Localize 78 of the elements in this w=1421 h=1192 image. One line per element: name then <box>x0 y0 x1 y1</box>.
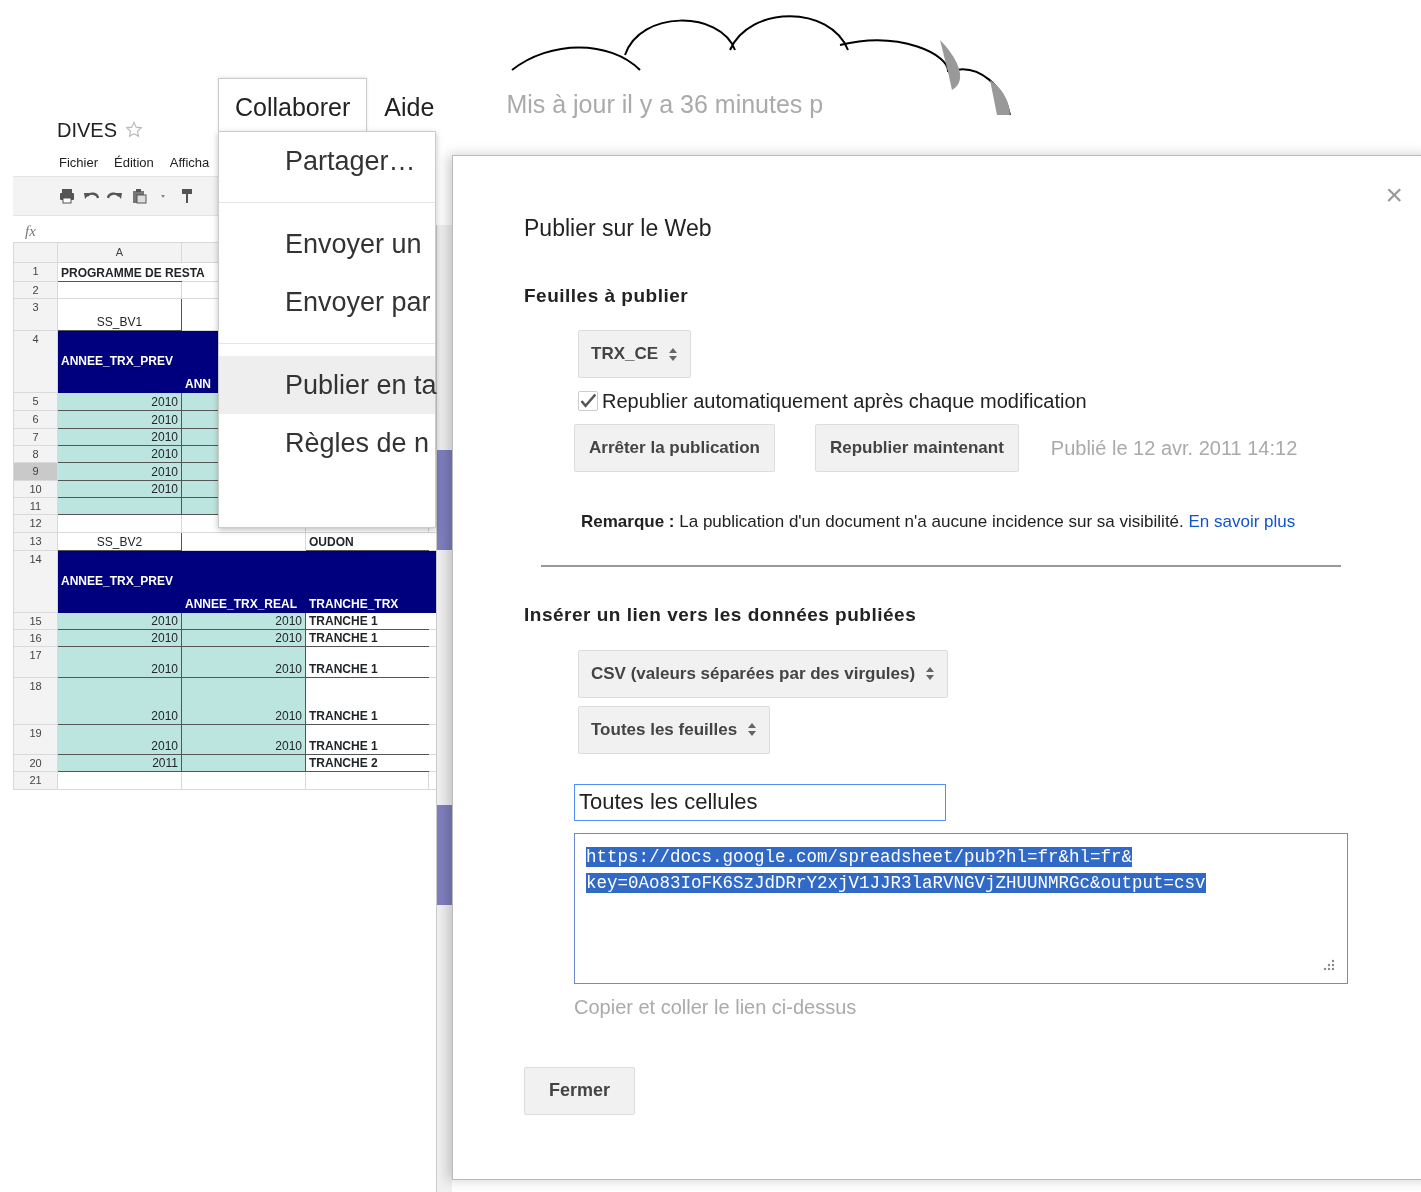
table-cell: 2010 <box>275 662 302 676</box>
note-text: Remarque : La publication d'un document n'a aucune incidence sur sa visibilité. <box>581 512 1185 531</box>
star-icon[interactable] <box>125 121 144 139</box>
row-number[interactable]: 19 <box>13 724 58 755</box>
sort-arrows-icon <box>925 666 936 681</box>
table-cell: 2010 <box>275 709 302 723</box>
url-text: https://docs.google.com/spreadsheet/pub?hl=fr&hl=fr& <box>586 846 1133 867</box>
menu-item[interactable]: Envoyer par <box>219 273 435 331</box>
table-cell: 2010 <box>151 430 178 444</box>
table-cell: SS_BV1 <box>96 315 143 329</box>
table-cell: 2010 <box>151 709 178 723</box>
hint-text: Copier et coller le lien ci-dessus <box>574 994 858 1020</box>
row-number[interactable]: 18 <box>13 677 58 725</box>
table-cell: TRANCHE 1 <box>309 614 378 628</box>
resize-grip-icon <box>1323 958 1335 971</box>
table-cell: TRANCHE_TRX <box>309 597 399 611</box>
formula-label: fx <box>25 221 36 241</box>
dialog-title: Publier sur le Web <box>524 214 713 243</box>
menu-tab[interactable]: Aide <box>367 78 452 132</box>
format-select[interactable]: CSV (valeurs séparées par des virgules) <box>578 649 949 698</box>
sheet-select[interactable]: TRX_CE <box>578 330 692 378</box>
table-cell: ANNEE_TRX_PREV <box>61 573 174 588</box>
menu-item[interactable]: Envoyer un <box>219 215 435 273</box>
table-cell: ANN <box>185 377 211 391</box>
table-cell: 2010 <box>151 465 178 479</box>
menu-item[interactable]: Édition <box>114 153 154 173</box>
table-cell: 2010 <box>151 631 178 645</box>
sort-arrows-icon <box>747 722 758 737</box>
checkbox[interactable] <box>578 391 598 411</box>
row-number[interactable]: 14 <box>13 550 58 613</box>
table-cell: TRANCHE 1 <box>309 662 378 676</box>
sort-arrows-icon <box>668 346 679 362</box>
table-cell: TRANCHE 1 <box>309 709 378 723</box>
document-title: DIVES <box>57 118 118 143</box>
table-cell: 2010 <box>151 739 178 753</box>
publish-status: Publié le 12 avr. 2011 14:12 <box>1050 436 1298 461</box>
table-cell: 2010 <box>151 482 178 496</box>
menu-item[interactable]: Afficha <box>169 153 210 173</box>
column-header: A <box>57 242 182 263</box>
menu-item[interactable]: Fichier <box>59 153 98 173</box>
table-cell: 2011 <box>152 756 178 770</box>
checkbox-label: Republier automatiquement après chaque modification <box>602 389 1087 414</box>
table-cell: 2010 <box>151 662 178 676</box>
table-cell: 2010 <box>151 614 178 628</box>
url-text: key=0Ao83IoFK6SzJdDRrY2xjV1JJR3laRVNGVjZHUUNMRGc&output=csv <box>586 872 1206 893</box>
section-heading: Insérer un lien vers les données publiées <box>524 603 918 627</box>
table-cell: PROGRAMME DE RESTA <box>61 266 205 280</box>
action-button[interactable]: Republier maintenant <box>815 424 1019 472</box>
table-cell: OUDON <box>309 535 354 549</box>
close-dialog-button[interactable]: Fermer <box>524 1066 636 1115</box>
paint-roller-icon[interactable] <box>179 188 195 204</box>
table-cell: 2010 <box>151 395 178 409</box>
table-cell: 2010 <box>275 614 302 628</box>
table-cell: ANNEE_TRX_PREV <box>61 353 174 368</box>
learn-more-link[interactable]: En savoir plus <box>1188 512 1296 531</box>
table-cell: 2010 <box>151 413 178 427</box>
table-cell: SS_BV2 <box>96 535 143 549</box>
table-cell: TRANCHE 1 <box>309 631 378 645</box>
table-cell: ANNEE_TRX_REAL <box>185 597 298 611</box>
table-cell: TRANCHE 2 <box>309 756 378 770</box>
update-status: Mis à jour il y a 36 minutes p <box>506 89 824 121</box>
table-cell: 2010 <box>151 447 178 461</box>
range-field[interactable]: Toutes les cellules <box>574 783 946 821</box>
scope-select[interactable]: Toutes les feuilles <box>578 705 771 754</box>
table-cell: 2010 <box>275 631 302 645</box>
scrollbar-thumb[interactable] <box>437 450 452 550</box>
printer-icon[interactable] <box>59 188 75 204</box>
row-number[interactable]: 4 <box>13 330 58 393</box>
action-button[interactable]: Arrêter la publication <box>574 424 775 472</box>
table-cell: TRANCHE 1 <box>309 739 378 753</box>
table-cell: 2010 <box>275 739 302 753</box>
row-number[interactable]: 17 <box>13 646 58 678</box>
scrollbar-thumb[interactable] <box>437 805 452 905</box>
section-heading: Feuilles à publier <box>524 283 690 308</box>
row-number[interactable]: 3 <box>13 298 58 331</box>
clipboard-icon[interactable] <box>131 188 147 204</box>
url-text-area[interactable]: https://docs.google.com/spreadsheet/pub?hl=fr&hl=fr& key=0Ao83IoFK6SzJdDRrY2xjV1JJR3laRVNGVjZHUUNMRGc&output=csv <box>574 832 1348 984</box>
menu-item[interactable]: Partager… <box>219 132 435 190</box>
